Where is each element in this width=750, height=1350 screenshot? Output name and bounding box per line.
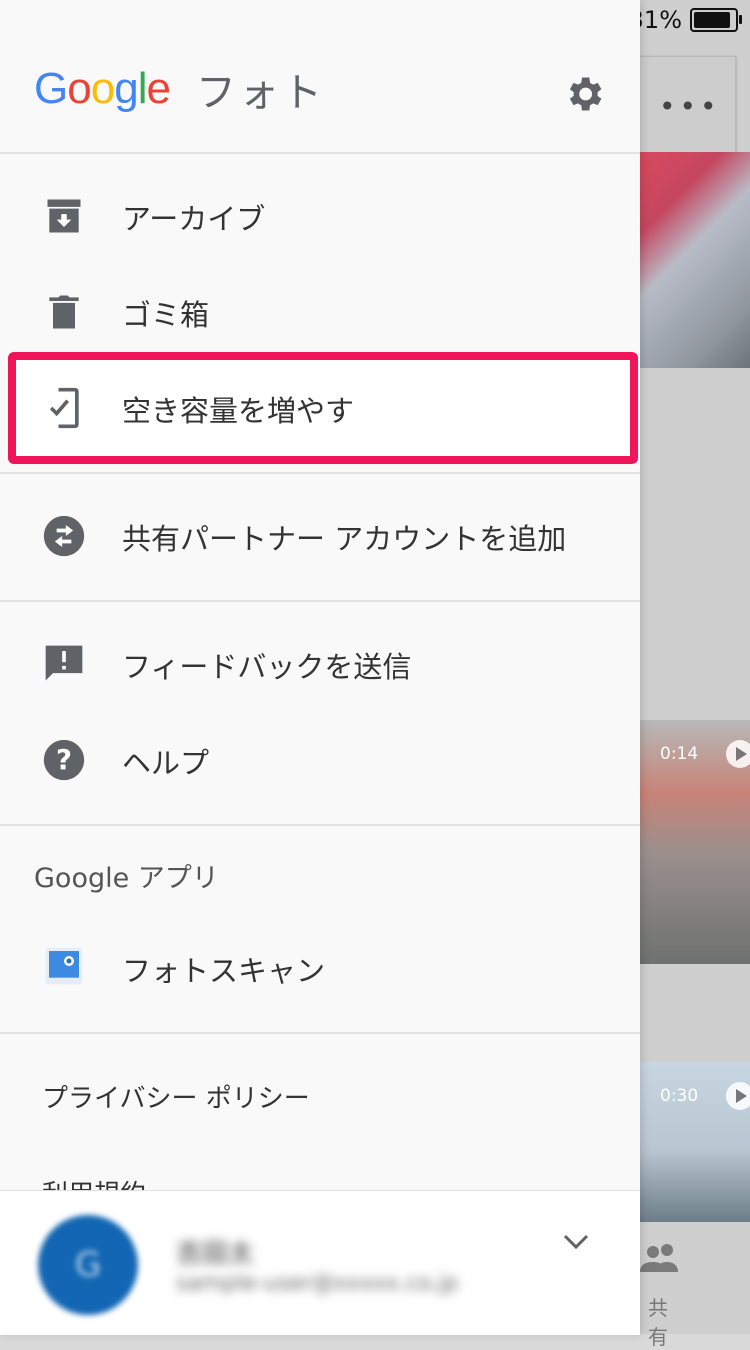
logo-letter: e (146, 64, 171, 113)
svg-text:?: ? (56, 744, 72, 776)
video-duration: 0:30 (660, 1086, 699, 1106)
logo-letter: o (67, 64, 92, 113)
app-title: フォト (196, 70, 325, 116)
google-logo: Google (34, 64, 171, 114)
menu-item-label: フィードバックを送信 (122, 650, 412, 684)
navigation-drawer: Google フォト アーカイブ ゴミ箱 空き容量を増やす 共有パートナー アカ… (0, 0, 640, 1335)
video-duration: 0:14 (660, 744, 699, 764)
more-options-button[interactable]: ••• (630, 56, 736, 154)
logo-letter: g (114, 64, 139, 113)
menu-item-label: ゴミ箱 (122, 298, 210, 332)
account-name: 吉田太 (176, 1239, 255, 1269)
more-icon: ••• (659, 90, 721, 123)
menu-item-label: アーカイブ (122, 202, 266, 236)
menu-item-trash[interactable]: ゴミ箱 (0, 264, 640, 360)
avatar-initial: G (74, 1245, 102, 1285)
photo-thumbnail[interactable] (640, 152, 750, 368)
divider (0, 1032, 640, 1034)
play-icon (726, 1082, 750, 1110)
menu-item-label: 空き容量を増やす (122, 394, 355, 428)
menu-item-archive[interactable]: アーカイブ (0, 168, 640, 264)
menu-item-label: フォトスキャン (122, 954, 326, 988)
menu-item-label: ヘルプ (122, 746, 210, 780)
divider (0, 824, 640, 826)
account-email: sample-user@xxxxx.co.jp (176, 1271, 459, 1296)
menu-item-photoscan[interactable]: フォトスキャン (0, 920, 640, 1016)
logo-letter: o (90, 64, 116, 113)
logo-letter: G (34, 64, 68, 113)
menu-item-label: 共有パートナー アカウントを追加 (122, 522, 567, 556)
divider (0, 472, 640, 474)
partner-sharing-icon (43, 515, 85, 557)
photoscan-icon (45, 947, 83, 985)
free-up-space-icon (49, 387, 79, 429)
menu-item-help[interactable]: ? ヘルプ (0, 712, 640, 808)
help-icon: ? (43, 739, 85, 781)
tab-sharing-label: 共有 (648, 1296, 668, 1349)
feedback-icon (45, 645, 83, 681)
video-thumbnail[interactable]: 0:30 (640, 1062, 750, 1222)
video-thumbnail[interactable]: 0:14 (640, 720, 750, 964)
archive-icon (47, 199, 81, 233)
account-switcher[interactable]: G 吉田太 sample-user@xxxxx.co.jp (0, 1190, 640, 1335)
play-icon (726, 740, 750, 768)
menu-item-partner-sharing[interactable]: 共有パートナー アカウントを追加 (0, 488, 640, 584)
chevron-down-icon[interactable] (562, 1233, 590, 1251)
settings-gear-icon[interactable] (562, 72, 606, 116)
menu-item-feedback[interactable]: フィードバックを送信 (0, 616, 640, 712)
status-bar: 31% (629, 4, 742, 36)
avatar[interactable]: G (38, 1215, 138, 1315)
divider (0, 600, 640, 602)
trash-icon (49, 295, 79, 329)
battery-icon (690, 8, 742, 32)
google-apps-heading: Google アプリ (34, 863, 219, 894)
drawer-header: Google フォト (0, 0, 640, 154)
people-icon (640, 1244, 678, 1272)
privacy-policy-link[interactable]: プライバシー ポリシー (42, 1078, 310, 1115)
menu-item-free-up-space[interactable]: 空き容量を増やす (0, 360, 640, 456)
tab-sharing[interactable]: 共有 (640, 1236, 750, 1349)
